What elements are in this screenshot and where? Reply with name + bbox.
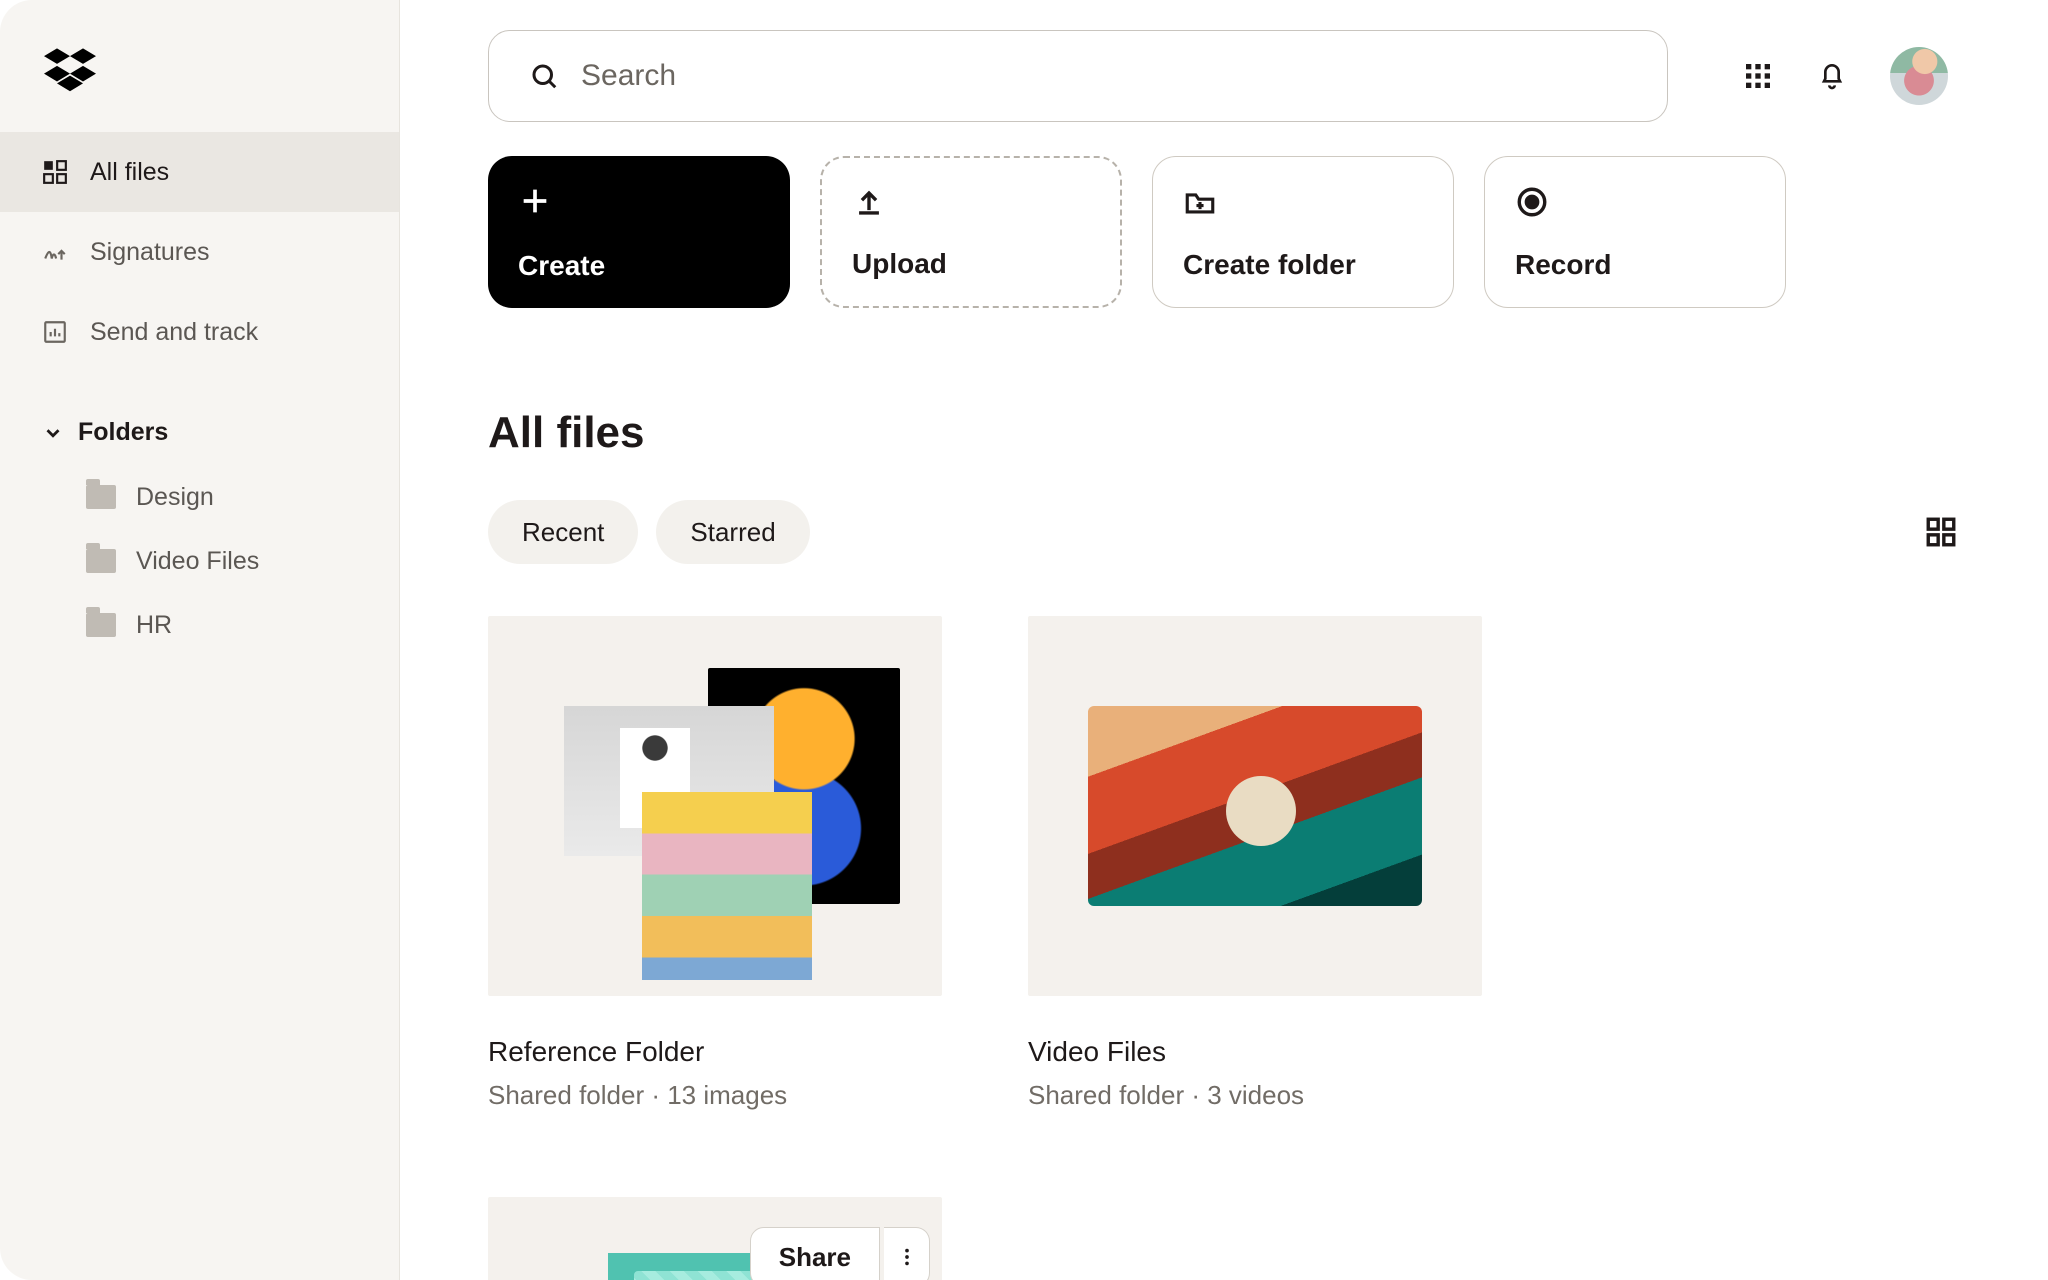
nav-label: All files bbox=[90, 158, 169, 187]
files-grid: Reference Folder Shared folder · 13 imag… bbox=[488, 616, 1958, 1280]
nav-label: Signatures bbox=[90, 238, 210, 267]
card-title: Video Files bbox=[1028, 1036, 1482, 1068]
page-title: All files bbox=[488, 408, 1958, 458]
folder-label: HR bbox=[136, 611, 172, 640]
folder-hr[interactable]: HR bbox=[0, 593, 399, 657]
sidebar: All files Signatures Send and track Fold… bbox=[0, 0, 400, 1280]
nav-send-and-track[interactable]: Send and track bbox=[0, 292, 399, 372]
search-box[interactable] bbox=[488, 30, 1668, 122]
card-thumbnail: Client Agreement Share Save a copy Send … bbox=[488, 1197, 942, 1280]
more-options-button[interactable] bbox=[884, 1227, 930, 1280]
folder-video-files[interactable]: Video Files bbox=[0, 529, 399, 593]
upload-button[interactable]: Upload bbox=[820, 156, 1122, 308]
nav-signatures[interactable]: Signatures bbox=[0, 212, 399, 292]
chart-box-icon bbox=[42, 319, 68, 345]
search-icon bbox=[529, 61, 559, 91]
create-folder-button[interactable]: Create folder bbox=[1152, 156, 1454, 308]
folders-header-label: Folders bbox=[78, 418, 168, 447]
folder-design[interactable]: Design bbox=[0, 465, 399, 529]
main: Create Upload Create folder Record bbox=[400, 0, 2048, 1280]
filters: Recent Starred bbox=[488, 500, 1958, 564]
card-thumbnail bbox=[1028, 616, 1482, 996]
record-icon bbox=[1515, 185, 1549, 219]
card-reference-folder[interactable]: Reference Folder Shared folder · 13 imag… bbox=[488, 616, 942, 1111]
folder-label: Video Files bbox=[136, 547, 259, 576]
filter-starred[interactable]: Starred bbox=[656, 500, 809, 564]
card-thumbnail bbox=[488, 616, 942, 996]
card-client-agreement[interactable]: Client Agreement Share Save a copy Send … bbox=[488, 1197, 942, 1280]
bell-icon[interactable] bbox=[1816, 60, 1848, 92]
nav-label: Send and track bbox=[90, 318, 258, 347]
share-button[interactable]: Share bbox=[750, 1227, 880, 1280]
plus-icon bbox=[518, 184, 552, 218]
nav-all-files[interactable]: All files bbox=[0, 132, 399, 212]
signature-icon bbox=[42, 239, 68, 265]
record-button[interactable]: Record bbox=[1484, 156, 1786, 308]
chevron-down-icon bbox=[42, 422, 64, 444]
grid-view-icon[interactable] bbox=[1924, 515, 1958, 549]
card-subtitle: Shared folder · 13 images bbox=[488, 1080, 942, 1111]
action-label: Create bbox=[518, 250, 760, 282]
create-button[interactable]: Create bbox=[488, 156, 790, 308]
card-video-files[interactable]: Video Files Shared folder · 3 videos bbox=[1028, 616, 1482, 1111]
folder-label: Design bbox=[136, 483, 214, 512]
filter-recent[interactable]: Recent bbox=[488, 500, 638, 564]
folder-icon bbox=[86, 613, 116, 637]
action-label: Record bbox=[1515, 249, 1755, 281]
more-vertical-icon bbox=[896, 1246, 918, 1268]
folder-plus-icon bbox=[1183, 185, 1217, 219]
folder-icon bbox=[86, 549, 116, 573]
search-input[interactable] bbox=[581, 59, 1627, 93]
card-title: Reference Folder bbox=[488, 1036, 942, 1068]
dropbox-logo[interactable] bbox=[0, 48, 399, 132]
folders-header[interactable]: Folders bbox=[0, 372, 399, 465]
action-label: Upload bbox=[852, 248, 1090, 280]
avatar[interactable] bbox=[1890, 47, 1948, 105]
card-subtitle: Shared folder · 3 videos bbox=[1028, 1080, 1482, 1111]
apps-grid-icon[interactable] bbox=[1742, 60, 1774, 92]
grid-icon bbox=[42, 159, 68, 185]
action-label: Create folder bbox=[1183, 249, 1423, 281]
upload-icon bbox=[852, 186, 886, 220]
top-bar bbox=[488, 30, 1958, 122]
folder-icon bbox=[86, 485, 116, 509]
quick-actions: Create Upload Create folder Record bbox=[488, 156, 1958, 308]
